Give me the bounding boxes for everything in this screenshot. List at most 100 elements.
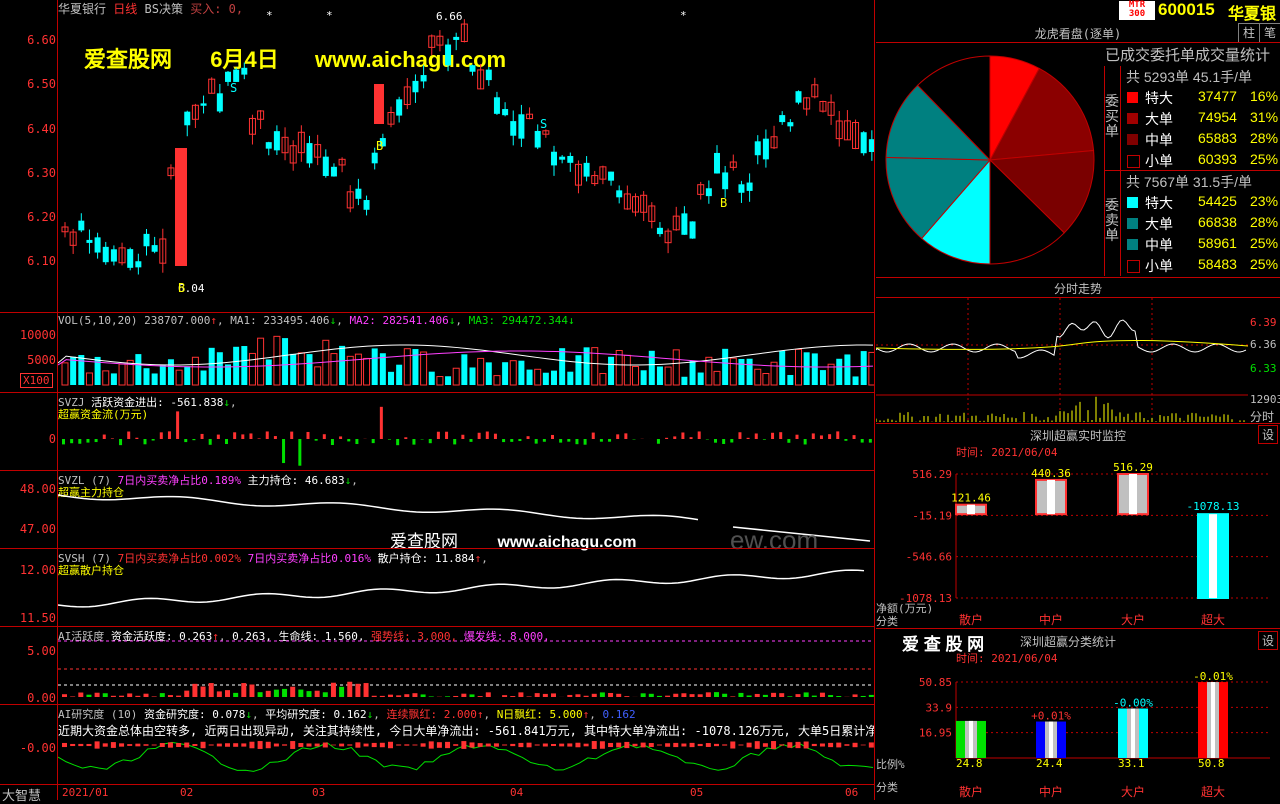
ai-bar (127, 693, 132, 697)
vol-bar (233, 347, 239, 385)
vol-bar (763, 374, 769, 385)
cat-bar-highlight (1131, 709, 1135, 758)
vol-bar (62, 363, 68, 385)
svsh-tick: 11.50 (0, 611, 56, 625)
research-bar (624, 742, 629, 748)
svzj-bar (209, 439, 212, 445)
svzj-bar (62, 439, 65, 444)
svzj-bar (201, 434, 204, 439)
vol-bar (372, 348, 378, 385)
vol-bar (559, 348, 565, 385)
ai-bar (135, 696, 140, 697)
price-tick: 6.10 (0, 254, 56, 268)
buy-row-pct: 31% (1250, 109, 1278, 125)
ai-bar (396, 695, 401, 697)
vol-bar (331, 354, 337, 385)
svzj-bar (535, 439, 538, 444)
research-bar (135, 744, 140, 747)
svzj-bar (527, 436, 530, 439)
svzj-bar (470, 439, 473, 442)
candlestick-chart[interactable]: SSBBB*** (58, 0, 874, 312)
research-bar (62, 743, 67, 747)
svzj-tick: 0 (0, 432, 56, 446)
research-bar (608, 743, 613, 747)
research-bar (592, 741, 597, 749)
ai-bar (722, 694, 727, 697)
svzl-panel[interactable]: SVZL (7) 7日内买卖净占比0.189% 主力持仓: 46.683↓, 超… (0, 470, 874, 549)
svzj-bar (127, 432, 130, 439)
vol-bar (111, 373, 117, 385)
candle-body (364, 200, 370, 210)
svzj-bar (624, 433, 627, 439)
svzj-bar (95, 439, 98, 442)
candle-body (502, 109, 508, 115)
research-bar (796, 742, 801, 748)
research-bar (127, 744, 132, 746)
research-bar (380, 743, 385, 747)
research-bar (290, 741, 295, 749)
vol-bar (461, 354, 467, 385)
ai-bar (641, 693, 646, 697)
svzj-bar (592, 433, 595, 439)
ai-bar (478, 696, 483, 697)
candle-body (738, 184, 744, 192)
vol-bar (551, 371, 557, 385)
vol-bar (738, 359, 744, 385)
vol-bar (86, 373, 92, 385)
svzj-bar (494, 434, 497, 439)
vol-bar (339, 346, 345, 385)
research-bar (103, 743, 108, 746)
cat-settings-button[interactable]: 设 (1258, 631, 1278, 650)
ai-bar (600, 692, 605, 697)
monitor-bar-highlight (1209, 514, 1217, 598)
monitor-settings-button[interactable]: 设 (1258, 425, 1278, 444)
vol-bar (135, 354, 141, 385)
svzj-bar (844, 439, 847, 441)
svsh-panel[interactable]: SVSH (7) 7日内买卖净占比0.002% 7日内买卖净占比0.016% 散… (0, 548, 874, 627)
ai-bar (323, 692, 328, 697)
ai-bar (217, 691, 222, 697)
candle-body (763, 139, 769, 160)
svzj-bar (722, 439, 725, 444)
star-marker: * (326, 9, 333, 22)
svzj-panel[interactable]: SVZJ 活跃资金进出: -561.838↓, 超赢资金流(万元) 0 (0, 392, 874, 471)
research-bar (233, 743, 238, 747)
vol-bar (690, 361, 696, 385)
candle-body (681, 213, 687, 234)
divider (876, 423, 1280, 424)
ai-bar (404, 694, 409, 697)
vol-bar (535, 369, 541, 385)
candle-body (323, 157, 329, 176)
svzj-bar (372, 439, 375, 443)
research-bar (494, 743, 499, 746)
research-bar (649, 743, 654, 747)
vol-bar (747, 359, 753, 385)
svsh-line (58, 549, 874, 627)
vol-bar (836, 359, 842, 385)
ai-bar (502, 695, 507, 697)
ai-panel[interactable]: AI活跃度 资金活跃度: 0.263↑, 0.263, 生命线: 1.560, … (0, 626, 874, 705)
research-bar (184, 743, 189, 748)
research-bar (429, 741, 434, 748)
candle-body (706, 188, 712, 196)
svzj-bar (339, 436, 342, 439)
vol-bar (307, 354, 313, 385)
buy-row-value: 60393 (1198, 151, 1237, 167)
svzj-bar (298, 439, 301, 466)
ai-bar (453, 696, 458, 697)
buy-row-pct: 25% (1250, 151, 1278, 167)
research-panel[interactable]: AI研究度 (10) 资金研究度: 0.078↓, 平均研究度: 0.162↓,… (0, 704, 874, 785)
monitor-title: 深圳超赢实时监控 (876, 427, 1280, 444)
candle-body (445, 45, 451, 66)
ai-bar (861, 696, 866, 697)
vol-panel[interactable]: VOL(5,10,20) 238707.000↑, MA1: 233495.40… (0, 312, 874, 393)
intraday-chart[interactable] (876, 298, 1248, 422)
price-panel[interactable]: 华夏银行 日线 BS决策 买入: 0, 6.60 6.50 6.40 6.30 … (0, 0, 874, 312)
vol-bar (510, 361, 516, 385)
vol-bar (543, 373, 549, 385)
candle-body (584, 163, 590, 177)
date-tick: 05 (690, 786, 703, 799)
candle-body (755, 141, 761, 155)
ai-bar (421, 694, 426, 697)
sell-row-value: 54425 (1198, 193, 1237, 209)
